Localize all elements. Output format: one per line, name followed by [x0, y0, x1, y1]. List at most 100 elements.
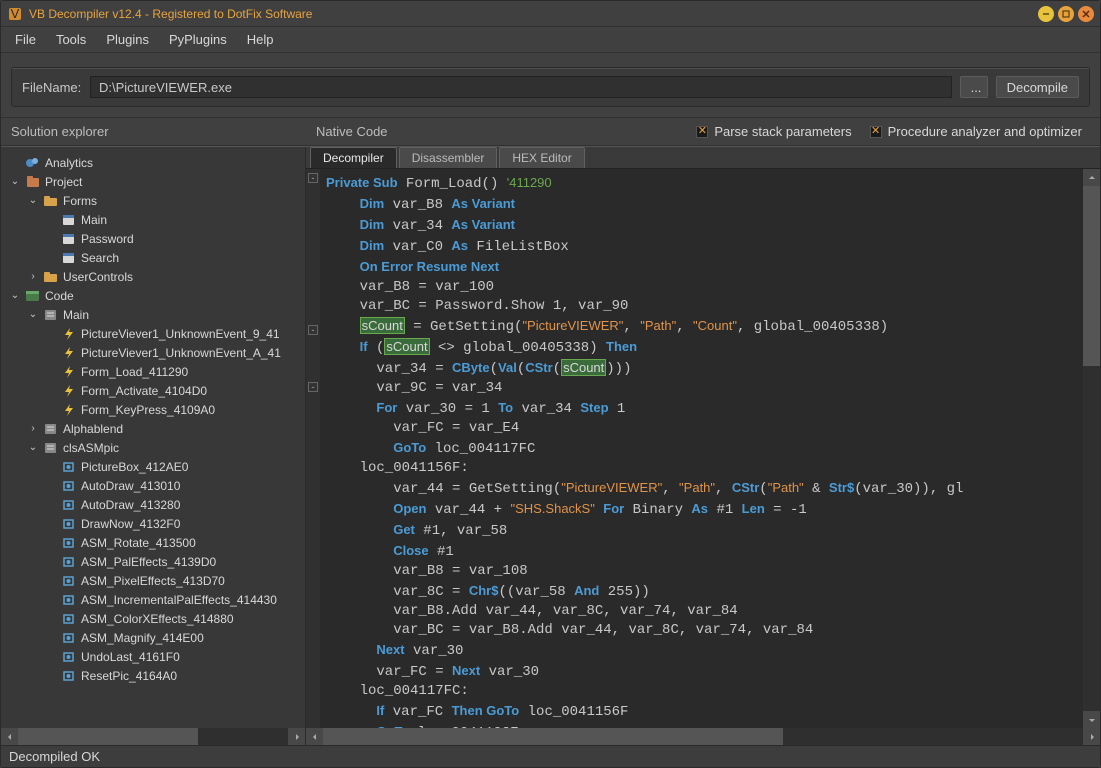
- tree-item[interactable]: ⌄ Main: [5, 305, 301, 324]
- tab-disassembler[interactable]: Disassembler: [399, 147, 498, 168]
- tree-item[interactable]: Main: [5, 210, 301, 229]
- code-icon: [25, 289, 41, 303]
- tree-item-label: Main: [63, 308, 89, 322]
- tree-item-label: ASM_PalEffects_4139D0: [81, 555, 216, 569]
- tree-item[interactable]: DrawNow_4132F0: [5, 514, 301, 533]
- tree[interactable]: Analytics⌄Project⌄Forms Main Password Searc…: [1, 147, 305, 728]
- tree-item[interactable]: Analytics: [5, 153, 301, 172]
- tree-item[interactable]: ASM_IncrementalPalEffects_414430: [5, 590, 301, 609]
- maximize-button[interactable]: [1058, 6, 1074, 22]
- tree-twister-icon[interactable]: ⌄: [27, 442, 39, 453]
- tree-item[interactable]: AutoDraw_413280: [5, 495, 301, 514]
- procedure-analyzer-checkbox[interactable]: ✕ Procedure analyzer and optimizer: [870, 124, 1082, 139]
- tree-item[interactable]: ASM_PalEffects_4139D0: [5, 552, 301, 571]
- scroll-up-arrow[interactable]: [1083, 169, 1100, 186]
- tree-twister-icon[interactable]: ⌄: [27, 195, 39, 206]
- menu-help[interactable]: Help: [237, 28, 284, 51]
- tree-item-label: PictureBox_412AE0: [81, 460, 188, 474]
- tree-item[interactable]: PictureBox_412AE0: [5, 457, 301, 476]
- tree-item-label: Password: [81, 232, 134, 246]
- tree-item[interactable]: ⌄Code: [5, 286, 301, 305]
- scroll-left-arrow[interactable]: [306, 728, 323, 745]
- menu-pyplugins[interactable]: PyPlugins: [159, 28, 237, 51]
- scroll-left-arrow[interactable]: [1, 728, 18, 745]
- module-icon: [43, 308, 59, 322]
- func-icon: [61, 460, 77, 474]
- code-hscrollbar[interactable]: [306, 728, 1100, 745]
- scroll-down-arrow[interactable]: [1083, 711, 1100, 728]
- bolt-icon: [61, 365, 77, 379]
- scroll-thumb[interactable]: [323, 728, 783, 745]
- solution-explorer-label: Solution explorer: [1, 124, 306, 139]
- menu-tools[interactable]: Tools: [46, 28, 96, 51]
- scroll-right-arrow[interactable]: [288, 728, 305, 745]
- tree-hscrollbar[interactable]: [1, 728, 305, 745]
- tree-item[interactable]: ASM_PixelEffects_413D70: [5, 571, 301, 590]
- code-tabs: Decompiler Disassembler HEX Editor: [306, 147, 1100, 169]
- tree-item[interactable]: ASM_Rotate_413500: [5, 533, 301, 552]
- tree-item[interactable]: Password: [5, 229, 301, 248]
- tree-item-label: ResetPic_4164A0: [81, 669, 177, 683]
- tree-item-label: Form_Load_411290: [81, 365, 188, 379]
- func-icon: [61, 574, 77, 588]
- scroll-thumb[interactable]: [18, 728, 198, 745]
- tree-twister-icon[interactable]: ⌄: [27, 309, 39, 320]
- tree-item[interactable]: ›UserControls: [5, 267, 301, 286]
- parse-stack-checkbox[interactable]: ✕ Parse stack parameters: [696, 124, 851, 139]
- filename-label: FileName:: [22, 80, 82, 95]
- tree-item[interactable]: UndoLast_4161F0: [5, 647, 301, 666]
- filename-input[interactable]: [90, 76, 952, 98]
- tree-item[interactable]: ⌄clsASMpic: [5, 438, 301, 457]
- tree-item[interactable]: ResetPic_4164A0: [5, 666, 301, 685]
- bolt-icon: [61, 346, 77, 360]
- menu-file[interactable]: File: [5, 28, 46, 51]
- tree-twister-icon[interactable]: ›: [27, 271, 39, 282]
- analytics-icon: [25, 156, 41, 170]
- app-icon: V: [7, 6, 23, 22]
- fold-icon[interactable]: -: [308, 325, 318, 335]
- tree-twister-icon[interactable]: ›: [27, 423, 39, 434]
- tree-twister-icon[interactable]: ⌄: [9, 290, 21, 301]
- fold-icon[interactable]: -: [308, 382, 318, 392]
- tree-item[interactable]: Search: [5, 248, 301, 267]
- fold-icon[interactable]: -: [308, 173, 318, 183]
- tab-decompiler[interactable]: Decompiler: [310, 147, 397, 168]
- minimize-button[interactable]: [1038, 6, 1054, 22]
- tree-item[interactable]: Form_Activate_4104D0: [5, 381, 301, 400]
- code-gutter: - - -: [306, 169, 320, 728]
- tree-item-label: ASM_Magnify_414E00: [81, 631, 204, 645]
- code-view[interactable]: Private Sub Form_Load() '411290 Dim var_…: [320, 169, 1083, 728]
- tree-item[interactable]: PictureViever1_UnknownEvent_9_41: [5, 324, 301, 343]
- tree-item-label: Main: [81, 213, 107, 227]
- tree-item[interactable]: ⌄Project: [5, 172, 301, 191]
- tree-item[interactable]: AutoDraw_413010: [5, 476, 301, 495]
- menu-plugins[interactable]: Plugins: [96, 28, 159, 51]
- tree-twister-icon[interactable]: ⌄: [9, 176, 21, 187]
- tree-item[interactable]: ›Alphablend: [5, 419, 301, 438]
- svg-text:V: V: [11, 6, 20, 21]
- solution-explorer: Analytics⌄Project⌄Forms Main Password Searc…: [1, 147, 306, 745]
- folder-icon: [43, 194, 59, 208]
- tree-item[interactable]: ASM_ColorXEffects_414880: [5, 609, 301, 628]
- tab-hex-editor[interactable]: HEX Editor: [499, 147, 584, 168]
- form-icon: [61, 251, 77, 265]
- tree-item[interactable]: Form_Load_411290: [5, 362, 301, 381]
- scroll-right-arrow[interactable]: [1083, 728, 1100, 745]
- close-button[interactable]: [1078, 6, 1094, 22]
- decompile-button[interactable]: Decompile: [996, 76, 1079, 98]
- form-icon: [61, 232, 77, 246]
- tree-item[interactable]: ⌄Forms: [5, 191, 301, 210]
- code-vscrollbar[interactable]: [1083, 169, 1100, 728]
- tree-item[interactable]: PictureViever1_UnknownEvent_A_41: [5, 343, 301, 362]
- parse-stack-label: Parse stack parameters: [714, 124, 851, 139]
- bolt-icon: [61, 384, 77, 398]
- scroll-thumb[interactable]: [1083, 186, 1100, 366]
- tree-item[interactable]: ASM_Magnify_414E00: [5, 628, 301, 647]
- module-icon: [43, 422, 59, 436]
- tree-item[interactable]: Form_KeyPress_4109A0: [5, 400, 301, 419]
- browse-button[interactable]: ...: [960, 76, 988, 98]
- titlebar: V VB Decompiler v12.4 - Registered to Do…: [1, 1, 1100, 27]
- file-row: FileName: ... Decompile: [11, 67, 1090, 107]
- native-code-label: Native Code: [306, 124, 696, 139]
- func-icon: [61, 650, 77, 664]
